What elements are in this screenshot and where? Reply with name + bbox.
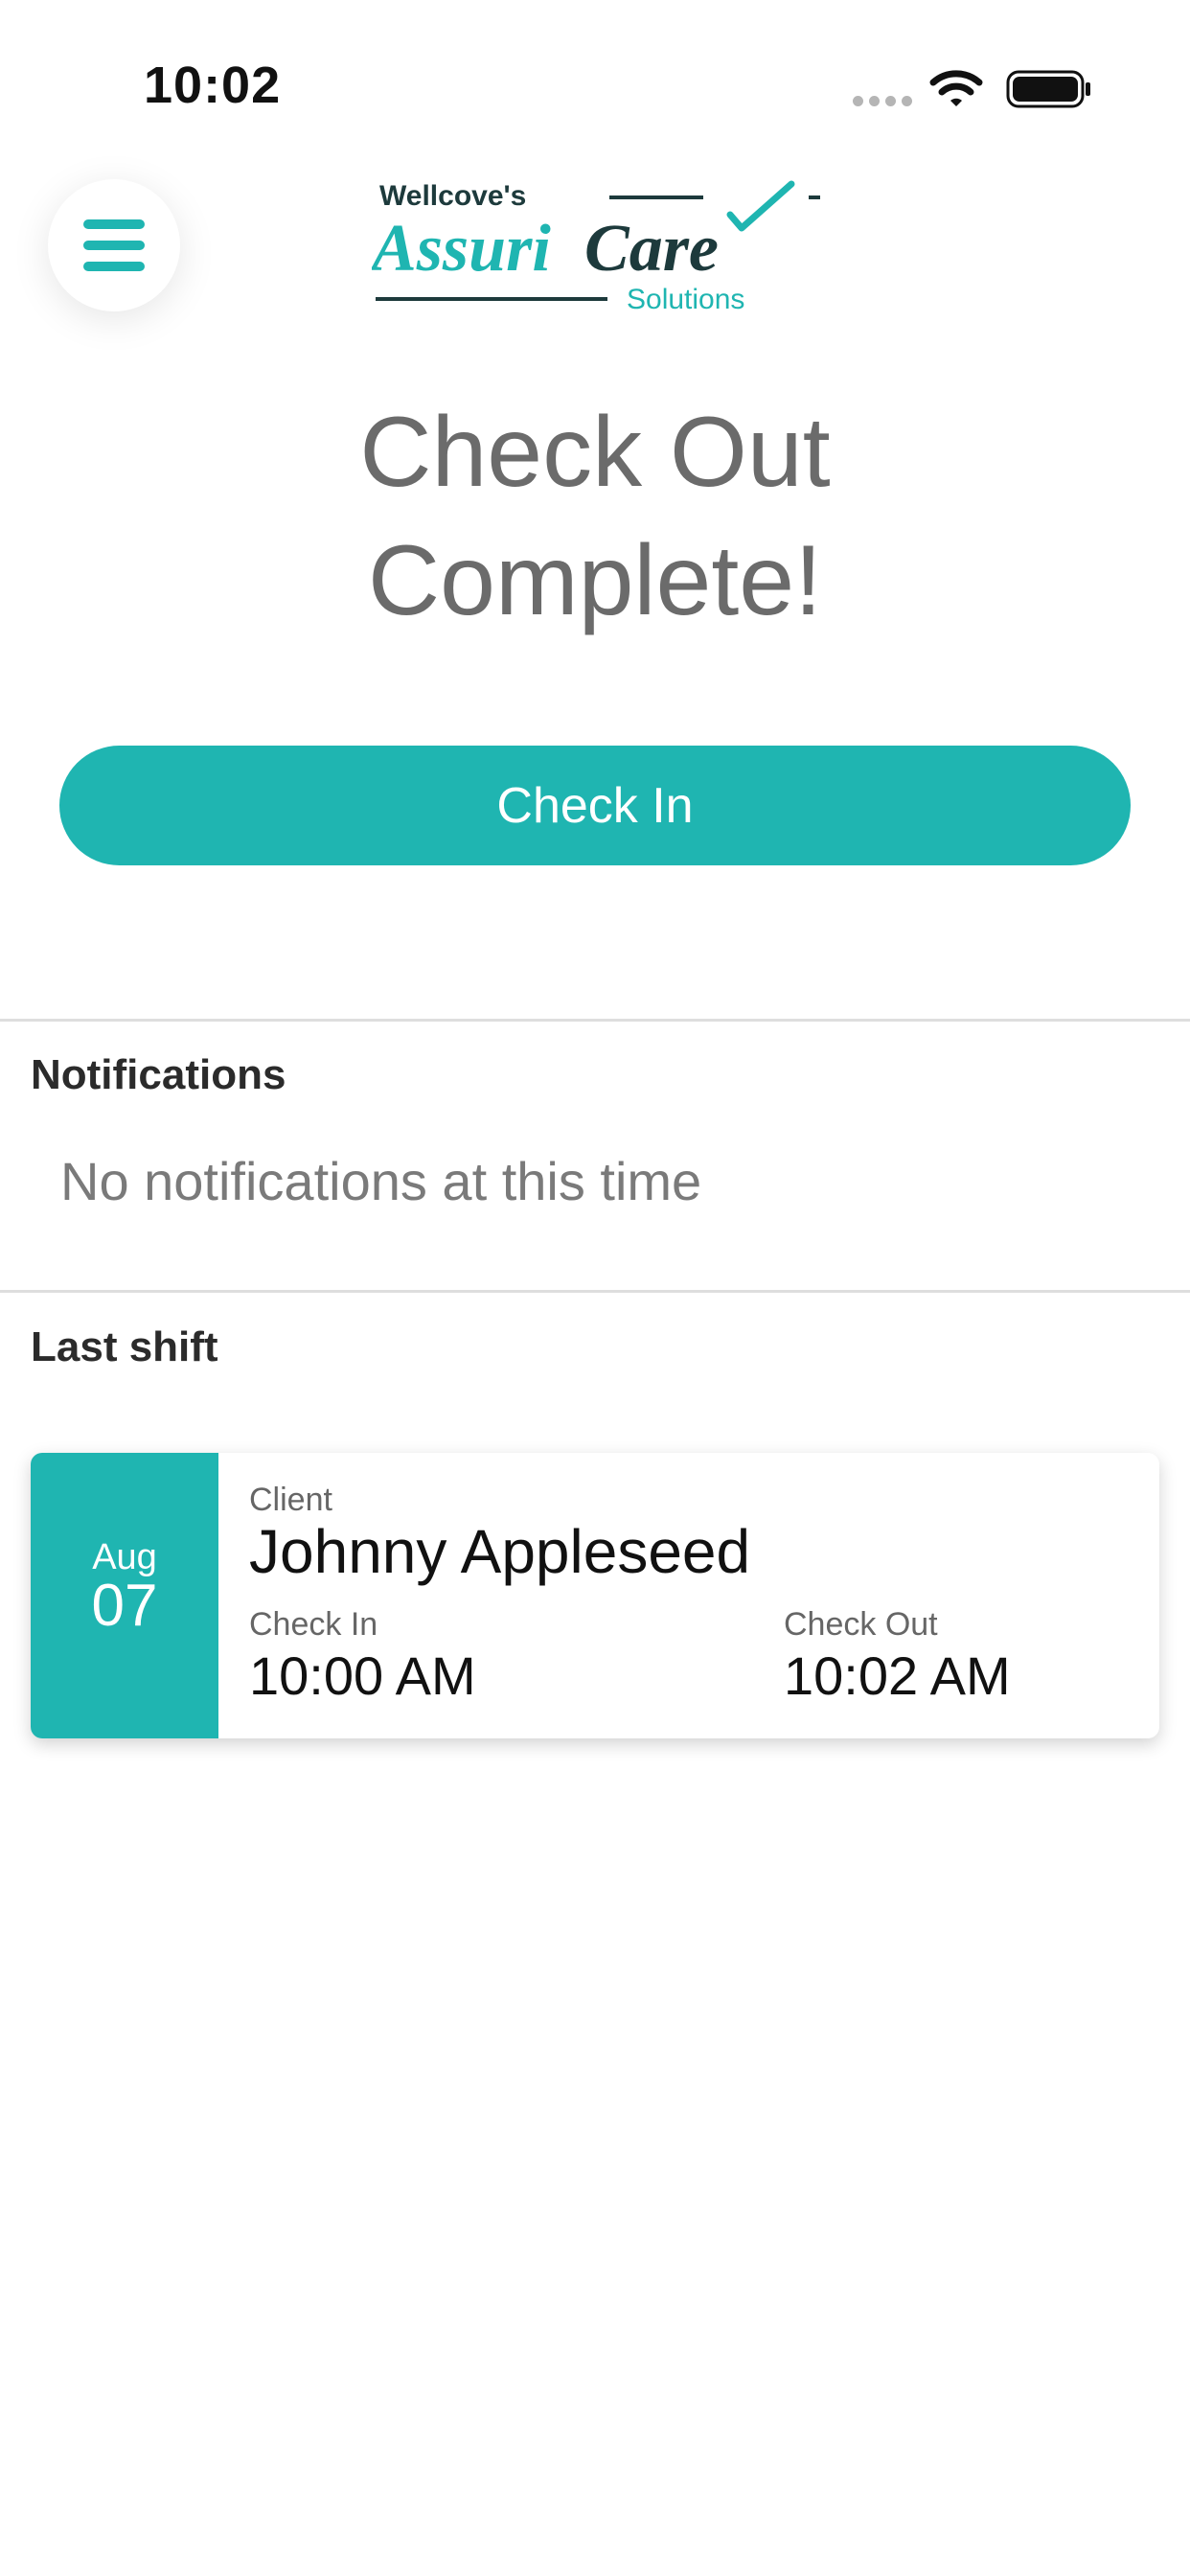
- last-shift-heading: Last shift: [31, 1323, 218, 1370]
- status-time: 10:02: [144, 57, 282, 114]
- notifications-empty-message: No notifications at this time: [60, 1151, 702, 1211]
- check-in-time: 10:00 AM: [249, 1645, 476, 1706]
- cellular-signal-icon: [853, 96, 912, 106]
- status-bar: 10:02: [0, 0, 1190, 172]
- menu-button[interactable]: [48, 179, 180, 311]
- title-line-1: Check Out: [359, 397, 831, 508]
- hamburger-icon: [83, 219, 145, 271]
- divider: [0, 1290, 1190, 1293]
- shift-date: Aug 07: [31, 1453, 218, 1738]
- divider: [0, 1019, 1190, 1022]
- check-out-time: 10:02 AM: [784, 1645, 1011, 1706]
- battery-icon: [1006, 70, 1090, 108]
- svg-text:Assuri: Assuri: [372, 212, 551, 286]
- page-title: Check Out Complete!: [0, 388, 1190, 645]
- client-label: Client: [249, 1482, 332, 1518]
- app-logo: Wellcove's Assuri Care Solutions: [372, 180, 820, 315]
- svg-text:Wellcove's: Wellcove's: [379, 180, 526, 212]
- check-in-button[interactable]: Check In: [59, 746, 1131, 865]
- title-line-2: Complete!: [368, 525, 822, 636]
- client-name: Johnny Appleseed: [249, 1517, 751, 1586]
- shift-day: 07: [91, 1573, 158, 1639]
- svg-text:Care: Care: [584, 212, 719, 286]
- wifi-icon: [929, 70, 983, 106]
- check-out-label: Check Out: [784, 1606, 938, 1643]
- notifications-heading: Notifications: [31, 1051, 286, 1098]
- last-shift-card[interactable]: Aug 07 Client Johnny Appleseed Check In …: [31, 1453, 1159, 1738]
- check-in-label: Check In: [249, 1606, 378, 1643]
- svg-text:Solutions: Solutions: [627, 284, 744, 315]
